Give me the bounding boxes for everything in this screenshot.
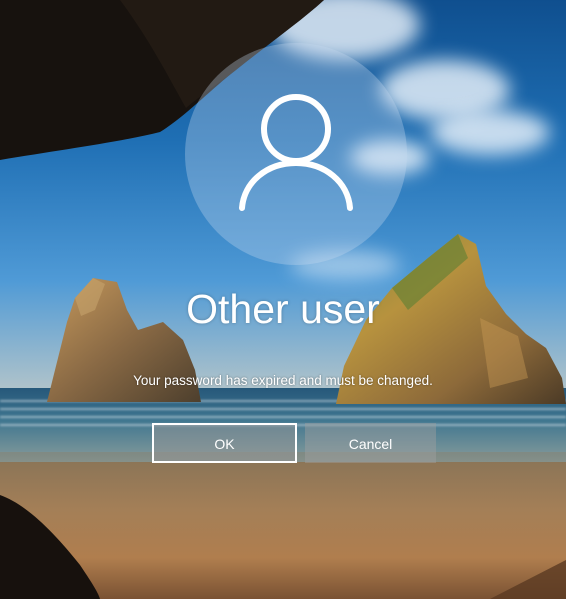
cancel-button[interactable]: Cancel — [305, 423, 436, 463]
username-label: Other user — [186, 286, 380, 332]
password-expired-message: Your password has expired and must be ch… — [133, 373, 433, 388]
user-icon — [239, 94, 353, 211]
user-avatar — [185, 43, 407, 265]
ok-button[interactable]: OK — [152, 423, 297, 463]
